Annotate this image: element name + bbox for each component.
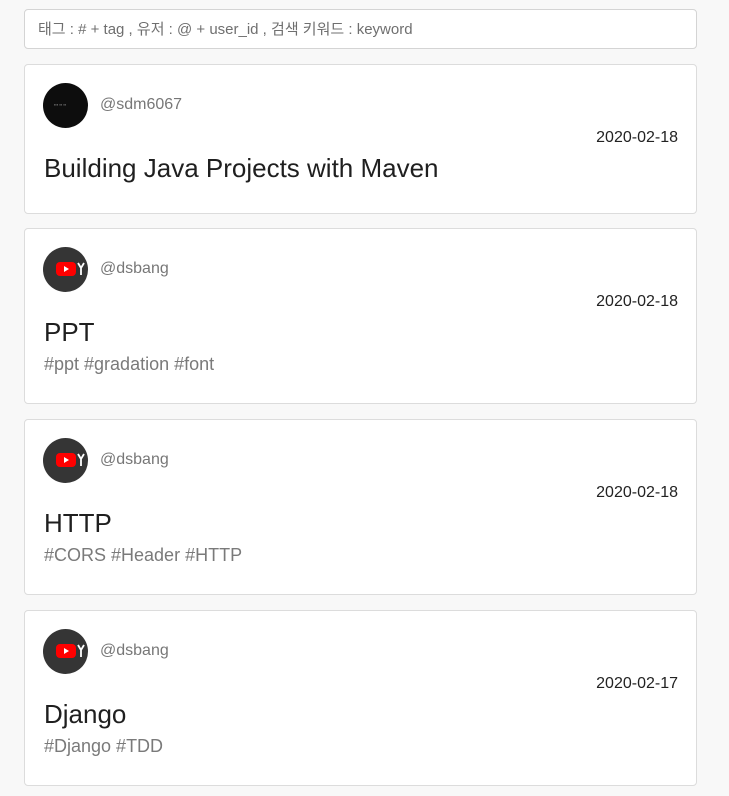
post-card[interactable]: @dsbang 2020-02-18 PPT #ppt #gradation #… — [24, 228, 697, 404]
avatar[interactable] — [43, 629, 88, 674]
post-username[interactable]: @sdm6067 — [100, 95, 182, 115]
post-card[interactable]: @dsbang 2020-02-18 HTTP #CORS #Header #H… — [24, 419, 697, 595]
post-card[interactable]: @dsbang 2020-02-17 Django #Django #TDD — [24, 610, 697, 786]
post-title[interactable]: Django — [44, 698, 126, 730]
avatar[interactable]: ▪▪▪ ▪▪ ▪▪ — [43, 83, 88, 128]
post-date: 2020-02-18 — [596, 484, 678, 501]
post-list-page: ▪▪▪ ▪▪ ▪▪ @sdm6067 2020-02-18 Building J… — [0, 0, 729, 796]
avatar-image-text: ▪▪▪ ▪▪ ▪▪ — [54, 102, 67, 107]
post-title[interactable]: HTTP — [44, 507, 112, 539]
post-username[interactable]: @dsbang — [100, 450, 169, 470]
post-username[interactable]: @dsbang — [100, 641, 169, 661]
post-title[interactable]: PPT — [44, 316, 95, 348]
post-date: 2020-02-18 — [596, 293, 678, 310]
avatar[interactable] — [43, 438, 88, 483]
post-username[interactable]: @dsbang — [100, 259, 169, 279]
post-card[interactable]: ▪▪▪ ▪▪ ▪▪ @sdm6067 2020-02-18 Building J… — [24, 64, 697, 214]
youtube-icon — [56, 262, 85, 276]
youtube-icon — [56, 453, 85, 467]
search-input[interactable] — [24, 9, 697, 49]
post-title[interactable]: Building Java Projects with Maven — [44, 152, 439, 184]
youtube-icon — [56, 644, 85, 658]
post-date: 2020-02-18 — [596, 129, 678, 146]
post-tags[interactable]: #Django #TDD — [44, 735, 163, 757]
post-tags[interactable]: #CORS #Header #HTTP — [44, 544, 242, 566]
post-tags[interactable]: #ppt #gradation #font — [44, 353, 214, 375]
post-date: 2020-02-17 — [596, 675, 678, 692]
avatar[interactable] — [43, 247, 88, 292]
